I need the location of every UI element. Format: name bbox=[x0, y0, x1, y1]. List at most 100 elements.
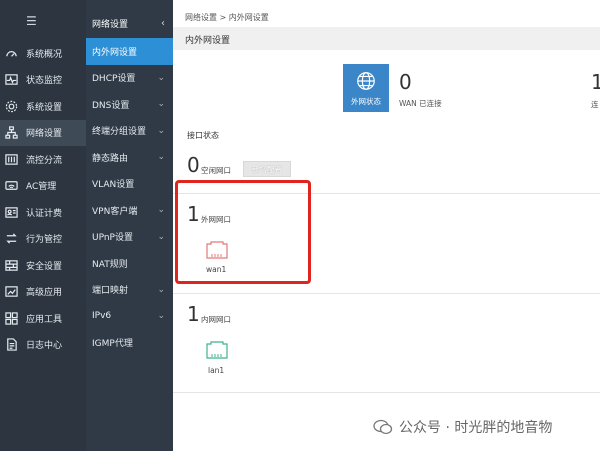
secondary-sidebar-title: 网络设置 bbox=[92, 19, 129, 30]
sidebar-item-label: 系统概况 bbox=[26, 49, 63, 60]
subnav-item-nat[interactable]: NAT规则 bbox=[86, 250, 173, 277]
divider bbox=[173, 293, 600, 294]
primary-sidebar: ☰ 系统概况 状态监控 系统设置 网络设置 流控分流 AC管理 认证计费 行为管… bbox=[0, 0, 86, 451]
idle-port-label: 空闲网口 bbox=[201, 166, 231, 175]
wan-connected-label: WAN 已连接 bbox=[399, 99, 442, 108]
wan-status-tile[interactable]: 外网状态 bbox=[343, 64, 389, 112]
subnav-item-label: UPnP设置 bbox=[92, 233, 133, 244]
subnav-item-ipv6[interactable]: IPv6 ⌄ bbox=[86, 303, 173, 330]
sidebar-item-network[interactable]: 网络设置 bbox=[0, 119, 86, 146]
sidebar-item-label: 系统设置 bbox=[26, 102, 63, 113]
sidebar-item-overview[interactable]: 系统概况 bbox=[0, 40, 86, 67]
globe-icon bbox=[357, 71, 375, 90]
sidebar-item-system[interactable]: 系统设置 bbox=[0, 93, 86, 120]
chevron-down-icon: ⌄ bbox=[157, 125, 165, 136]
subnav-item-port-mapping[interactable]: 端口映射 ⌄ bbox=[86, 277, 173, 304]
secondary-nav: 内外网设置 DHCP设置 ⌄ DNS设置 ⌄ 终端分组设置 ⌄ 静态路由 ⌄ VLAN设… bbox=[86, 38, 173, 356]
firewall-icon bbox=[4, 258, 18, 272]
subnav-item-label: NAT规则 bbox=[92, 259, 128, 270]
sidebar-item-label: 行为管控 bbox=[26, 235, 63, 246]
sidebar-item-label: 状态监控 bbox=[26, 76, 63, 87]
sliders-icon bbox=[4, 152, 18, 166]
watermark-text: 公众号 · 时光胖的地音物 bbox=[399, 420, 553, 436]
sidebar-item-label: AC管理 bbox=[26, 182, 57, 193]
main-content: 网络设置 > 内外网设置 内外网设置 外网状态 0 WAN 已连接 1 连 接口… bbox=[173, 0, 600, 451]
apps-icon bbox=[4, 311, 18, 325]
sidebar-item-advanced[interactable]: 高级应用 bbox=[0, 279, 86, 306]
sidebar-item-auth[interactable]: 认证计费 bbox=[0, 199, 86, 226]
ethernet-port-icon[interactable] bbox=[205, 340, 229, 360]
sidebar-item-ac[interactable]: AC管理 bbox=[0, 173, 86, 200]
interface-status-title: 接口状态 bbox=[187, 131, 219, 140]
collapse-chevron-icon[interactable]: ‹ bbox=[161, 18, 165, 29]
lan-port-count: 1 bbox=[187, 302, 200, 326]
secondary-sidebar: 网络设置 ‹ 内外网设置 DHCP设置 ⌄ DNS设置 ⌄ 终端分组设置 ⌄ 静态路由… bbox=[86, 0, 173, 451]
subnav-item-label: 端口映射 bbox=[92, 286, 129, 297]
wifi-icon bbox=[4, 179, 18, 193]
secondary-stat-label: 连 bbox=[591, 100, 599, 109]
chevron-down-icon: ⌄ bbox=[157, 284, 165, 295]
sidebar-item-flow[interactable]: 流控分流 bbox=[0, 146, 86, 173]
arrows-icon bbox=[4, 232, 18, 246]
subnav-item-terminal-group[interactable]: 终端分组设置 ⌄ bbox=[86, 118, 173, 145]
subnav-item-label: IPv6 bbox=[92, 311, 112, 322]
document-icon bbox=[4, 338, 18, 352]
sidebar-item-label: 认证计费 bbox=[26, 208, 63, 219]
sidebar-item-label: 安全设置 bbox=[26, 261, 63, 272]
page-title: 内外网设置 bbox=[185, 36, 231, 46]
idle-port-count: 0 bbox=[187, 153, 200, 177]
subnav-item-static-route[interactable]: 静态路由 ⌄ bbox=[86, 144, 173, 171]
breadcrumb: 网络设置 > 内外网设置 bbox=[185, 13, 269, 22]
wan-status-tile-label: 外网状态 bbox=[351, 96, 381, 106]
watermark: 公众号 · 时光胖的地音物 bbox=[373, 415, 600, 439]
secondary-stat-count: 1 bbox=[591, 70, 600, 94]
wechat-icon bbox=[373, 419, 393, 435]
subnav-item-label: 终端分组设置 bbox=[92, 127, 147, 138]
pulse-icon bbox=[4, 73, 18, 87]
sidebar-item-label: 应用工具 bbox=[26, 314, 63, 325]
sidebar-item-label: 日志中心 bbox=[26, 341, 63, 352]
subnav-item-label: 静态路由 bbox=[92, 153, 129, 164]
subnav-item-label: 内外网设置 bbox=[92, 47, 138, 58]
divider bbox=[173, 392, 600, 393]
highlight-box bbox=[175, 180, 311, 284]
chevron-down-icon: ⌄ bbox=[157, 72, 165, 83]
subnav-item-dhcp[interactable]: DHCP设置 ⌄ bbox=[86, 65, 173, 92]
sidebar-item-security[interactable]: 安全设置 bbox=[0, 252, 86, 279]
subnav-item-vlan[interactable]: VLAN设置 bbox=[86, 171, 173, 198]
subnav-item-label: VLAN设置 bbox=[92, 180, 135, 191]
sidebar-item-label: 高级应用 bbox=[26, 288, 63, 299]
chevron-down-icon: ⌄ bbox=[157, 99, 165, 110]
primary-nav: 系统概况 状态监控 系统设置 网络设置 流控分流 AC管理 认证计费 行为管控 bbox=[0, 40, 86, 358]
speedometer-icon bbox=[4, 46, 18, 60]
chevron-down-icon: ⌄ bbox=[157, 205, 165, 216]
subnav-item-label: IGMP代理 bbox=[92, 339, 133, 350]
sidebar-item-logs[interactable]: 日志中心 bbox=[0, 332, 86, 359]
id-card-icon bbox=[4, 205, 18, 219]
gear-icon bbox=[4, 99, 18, 113]
menu-toggle-icon[interactable]: ☰ bbox=[26, 14, 54, 28]
lan-port-label: 内网网口 bbox=[201, 315, 231, 324]
subnav-item-label: VPN客户端 bbox=[92, 206, 138, 217]
subnav-item-dns[interactable]: DNS设置 ⌄ bbox=[86, 91, 173, 118]
sidebar-item-label: 流控分流 bbox=[26, 155, 63, 166]
chevron-down-icon: ⌄ bbox=[157, 231, 165, 242]
secondary-sidebar-header: 网络设置 ‹ bbox=[86, 10, 173, 36]
subnav-item-label: DHCP设置 bbox=[92, 74, 136, 85]
sidebar-item-tools[interactable]: 应用工具 bbox=[0, 305, 86, 332]
subnav-item-label: DNS设置 bbox=[92, 100, 130, 111]
chevron-down-icon: ⌄ bbox=[157, 311, 165, 322]
network-icon bbox=[4, 126, 18, 140]
sidebar-item-monitor[interactable]: 状态监控 bbox=[0, 67, 86, 94]
title-bar: 内外网设置 bbox=[173, 27, 600, 50]
sidebar-item-behavior[interactable]: 行为管控 bbox=[0, 226, 86, 253]
lan-port-name: lan1 bbox=[208, 366, 225, 375]
chevron-down-icon: ⌄ bbox=[157, 152, 165, 163]
subnav-item-wan-lan[interactable]: 内外网设置 bbox=[86, 38, 173, 65]
subnav-item-vpn-client[interactable]: VPN客户端 ⌄ bbox=[86, 197, 173, 224]
new-config-button[interactable]: 新增配置 bbox=[243, 161, 291, 177]
subnav-item-igmp[interactable]: IGMP代理 bbox=[86, 330, 173, 357]
wan-connected-count: 0 bbox=[399, 70, 412, 94]
sidebar-item-label: 网络设置 bbox=[26, 129, 63, 140]
subnav-item-upnp[interactable]: UPnP设置 ⌄ bbox=[86, 224, 173, 251]
